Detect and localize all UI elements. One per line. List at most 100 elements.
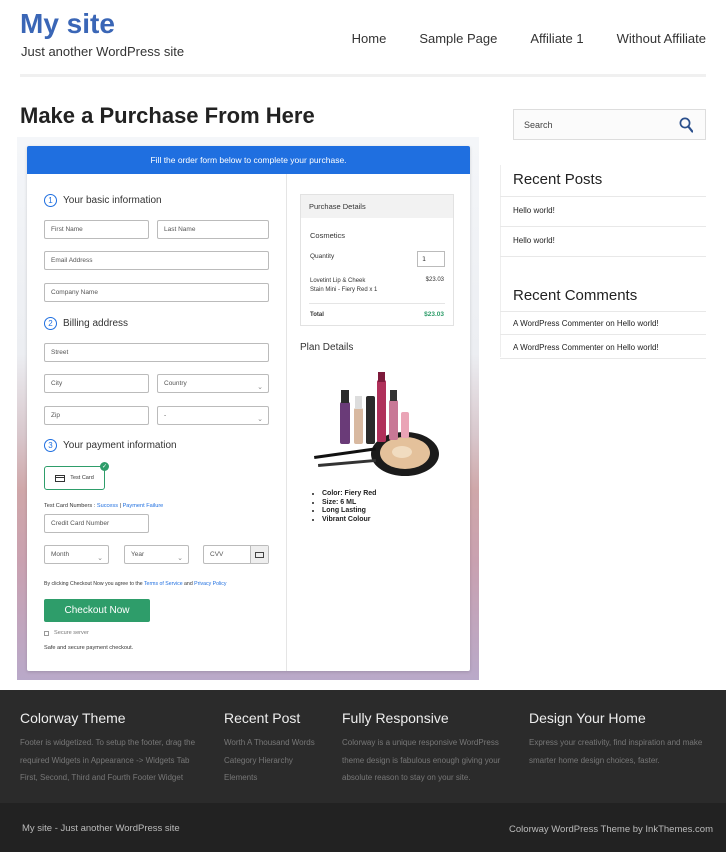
footer-post-link[interactable]: Category Hierarchy (224, 752, 315, 770)
safe-checkout-text: Safe and secure payment checkout. (44, 645, 134, 651)
search-icon[interactable] (679, 117, 693, 133)
footer-col-design-home: Design Your Home Express your creativity… (529, 710, 702, 769)
chevron-down-icon: ⌄ (257, 416, 263, 423)
plan-feature: Long Lasting (322, 507, 376, 514)
chevron-down-icon: ⌄ (257, 384, 263, 391)
year-select-value: Year (131, 551, 145, 558)
country-select-value: Country (164, 380, 187, 387)
recent-post-link[interactable]: Hello world! (513, 206, 555, 215)
quantity-input[interactable]: 1 (417, 251, 445, 267)
total-value: $23.03 (424, 311, 444, 318)
purchase-divider (309, 303, 445, 304)
comment-post-link[interactable]: Hello world! (617, 343, 659, 352)
footer-col-responsive: Fully Responsive Colorway is a unique re… (342, 710, 500, 787)
first-name-input[interactable]: First Name (44, 220, 149, 239)
city-input[interactable]: City (44, 374, 149, 393)
section-billing: 2 Billing address (44, 317, 128, 330)
comment-post-link[interactable]: Hello world! (617, 319, 659, 328)
year-select[interactable]: Year ⌄ (124, 545, 189, 564)
widget-divider (500, 196, 706, 197)
nav-sample-page[interactable]: Sample Page (419, 31, 497, 46)
step-number-1: 1 (44, 194, 57, 207)
item-line-1: Lovetint Lip & Cheek (310, 278, 366, 284)
search-input[interactable]: Search (524, 120, 553, 130)
secure-server-label: Secure server (54, 630, 89, 636)
plan-features-list: Color: Fiery Red Size: 6 ML Long Lasting… (322, 490, 376, 524)
checkout-now-button[interactable]: Checkout Now (44, 599, 150, 622)
footer-col-title: Colorway Theme (20, 710, 126, 726)
state-select-value: - (164, 412, 167, 419)
footer-col-line: First, Second, Third and Fourth Footer W… (20, 773, 184, 782)
terms-link[interactable]: Terms of Service (144, 581, 183, 587)
state-select[interactable]: - ⌄ (157, 406, 269, 425)
nav-without-affiliate[interactable]: Without Affiliate (617, 31, 706, 46)
quantity-label: Quantity (310, 253, 335, 260)
footer-col-recent-post: Recent Post Worth A Thousand Words Categ… (224, 710, 315, 787)
zip-input[interactable]: Zip (44, 406, 149, 425)
footer-col-line: Express your creativity, find inspiratio… (529, 738, 703, 747)
month-select[interactable]: Month ⌄ (44, 545, 109, 564)
total-label: Total (310, 312, 324, 318)
site-title[interactable]: My site (20, 8, 115, 40)
comment-author-link[interactable]: A WordPress Commenter (513, 319, 604, 328)
footer-col-line: Footer is widgetized. To setup the foote… (20, 738, 196, 747)
plan-feature: Color: Fiery Red (322, 490, 376, 497)
card-number-input[interactable]: Credit Card Number (44, 514, 149, 533)
month-select-value: Month (51, 551, 70, 558)
step-number-3: 3 (44, 439, 57, 452)
footer-col-title: Recent Post (224, 710, 301, 726)
nav-home[interactable]: Home (352, 31, 387, 46)
company-input[interactable]: Company Name (44, 283, 269, 302)
card-icon (250, 546, 268, 563)
recent-comments-title: Recent Comments (513, 287, 638, 304)
widget-divider (500, 226, 706, 227)
test-card-label: Test Card (70, 475, 94, 481)
lock-icon (44, 630, 49, 636)
footer-col-line: absolute reason to stay on your site. (342, 773, 471, 782)
comment-author-link[interactable]: A WordPress Commenter (513, 343, 604, 352)
step-number-2: 2 (44, 317, 57, 330)
site-header: My site Just another WordPress site Home… (0, 0, 726, 80)
recent-comment: A WordPress Commenter on Hello world! (513, 319, 659, 328)
chevron-down-icon: ⌄ (97, 555, 103, 562)
footer-site-credit[interactable]: My site - Just another WordPress site (22, 823, 180, 834)
test-card-option[interactable]: Test Card ✓ (44, 462, 109, 490)
test-numbers-prefix: Test Card Numbers : (44, 503, 97, 509)
widget-divider (500, 334, 706, 335)
recent-comment: A WordPress Commenter on Hello world! (513, 343, 659, 352)
test-failure-link[interactable]: Payment Failure (123, 503, 164, 509)
section-basic-label: Your basic information (63, 195, 162, 206)
cvv-placeholder: CVV (210, 551, 224, 558)
footer-col-title: Fully Responsive (342, 710, 449, 726)
sidebar-search-box[interactable]: Search (513, 109, 706, 140)
site-description: Just another WordPress site (21, 44, 185, 59)
cvv-input[interactable]: CVV (203, 545, 269, 564)
terms-agreement: By clicking Checkout Now you agree to th… (44, 581, 226, 587)
widget-divider (500, 358, 706, 359)
purchase-details-head: Purchase Details (301, 195, 453, 218)
plan-feature: Size: 6 ML (322, 499, 376, 506)
country-select[interactable]: Country ⌄ (157, 374, 269, 393)
last-name-input[interactable]: Last Name (157, 220, 269, 239)
footer-theme-credit[interactable]: Colorway WordPress Theme by InkThemes.co… (509, 824, 713, 835)
footer-post-link[interactable]: Worth A Thousand Words (224, 734, 315, 752)
section-payment-label: Your payment information (63, 440, 177, 451)
privacy-link[interactable]: Privacy Policy (194, 581, 226, 587)
email-input[interactable]: Email Address (44, 251, 269, 270)
checkout-form-card: Fill the order form below to complete yo… (27, 146, 470, 671)
and-text: and (182, 581, 195, 587)
footer-post-link[interactable]: Elements (224, 769, 315, 787)
plan-feature: Vibrant Colour (322, 516, 376, 523)
section-payment: 3 Your payment information (44, 439, 177, 452)
nav-affiliate-1[interactable]: Affiliate 1 (530, 31, 583, 46)
footer-col-title: Design Your Home (529, 710, 646, 726)
footer-col-line: required Widgets in Appearance -> Widget… (20, 755, 190, 765)
test-card-numbers: Test Card Numbers : Success | Payment Fa… (44, 503, 163, 509)
test-success-link[interactable]: Success (97, 503, 118, 509)
column-divider (286, 174, 287, 671)
product-group: Cosmetics (310, 231, 346, 240)
cosmetics-product-image (314, 372, 439, 476)
comment-on: on (603, 343, 617, 352)
street-input[interactable]: Street (44, 343, 269, 362)
recent-post-link[interactable]: Hello world! (513, 236, 555, 245)
